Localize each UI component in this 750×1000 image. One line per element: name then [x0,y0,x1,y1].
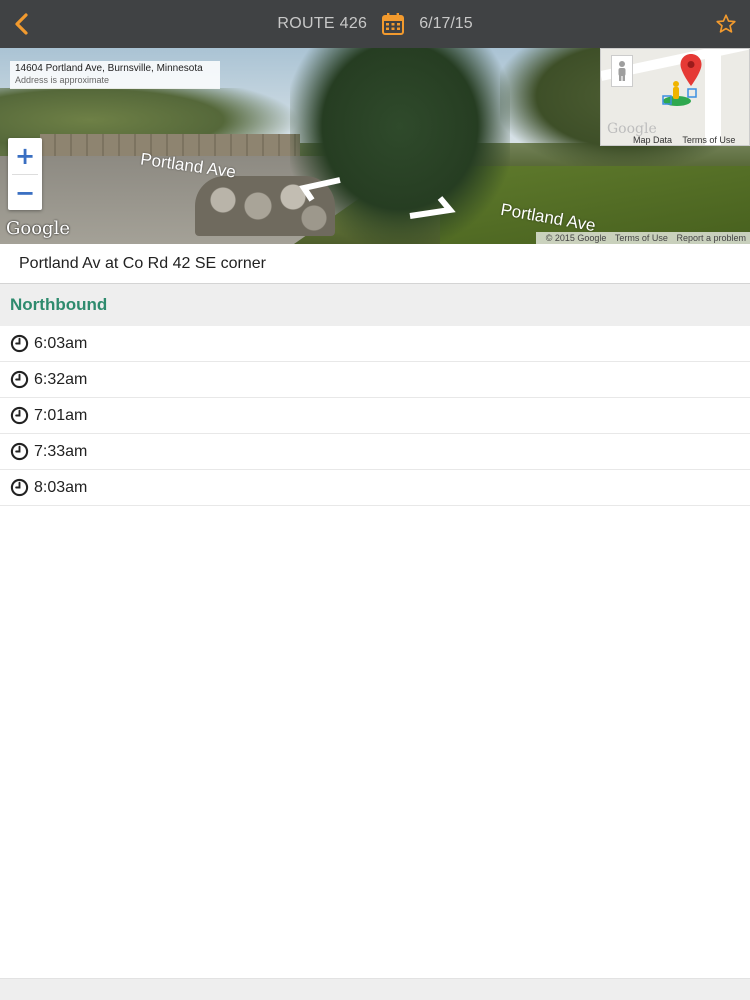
minimap-road [705,49,721,145]
terms-link[interactable]: Terms of Use [615,233,668,243]
stop-name-row: Portland Av at Co Rd 42 SE corner [0,244,750,284]
pan-left-arrow-icon[interactable] [286,176,344,206]
zoom-control: + − [8,138,42,210]
map-data-link[interactable]: Map Data [633,135,672,145]
departure-time: 6:32am [34,370,88,388]
list-item[interactable]: 6:03am [0,326,750,362]
map-pin-icon [680,54,702,86]
zoom-out-button[interactable]: − [8,175,42,211]
departure-time: 7:01am [34,406,88,424]
clock-icon [10,334,29,353]
list-item[interactable]: 8:03am [0,470,750,506]
bottom-strip [0,978,750,1000]
clock-icon [10,370,29,389]
street-view-panorama[interactable]: 14604 Portland Ave, Burnsville, Minnesot… [0,48,750,244]
clock-icon [10,442,29,461]
departure-time: 6:03am [34,334,88,352]
top-app-bar: ROUTE 426 6/17/15 [0,0,750,48]
clock-icon [10,478,29,497]
departure-time: 8:03am [34,478,88,496]
mini-map[interactable]: Google Map Data Terms of Use [600,48,750,146]
google-logo: Google [6,218,70,239]
report-problem-link[interactable]: Report a problem [676,233,746,243]
route-title: ROUTE 426 [277,15,368,32]
title-group: ROUTE 426 6/17/15 [0,0,750,48]
calendar-icon[interactable] [381,12,405,36]
departure-time: 7:33am [34,442,88,460]
copyright-text: © 2015 Google [545,233,607,243]
clock-icon [10,406,29,425]
favorite-button[interactable] [710,8,742,40]
pan-right-arrow-icon[interactable] [406,192,466,222]
zoom-in-button[interactable]: + [8,138,42,174]
address-note: Address is approximate [15,75,110,85]
date-label[interactable]: 6/17/15 [419,15,472,33]
direction-header: Northbound [0,284,750,326]
minimap-links: Map Data Terms of Use [633,135,743,145]
departure-list: 6:03am 6:32am 7:01am 7:33am 8:03am [0,326,750,506]
minimap-terms-link[interactable]: Terms of Use [682,135,735,145]
list-item[interactable]: 7:33am [0,434,750,470]
pegman-icon[interactable] [611,55,633,87]
direction-label: Northbound [10,295,108,314]
star-outline-icon [716,14,736,33]
list-item[interactable]: 6:32am [0,362,750,398]
address-text: 14604 Portland Ave, Burnsville, Minnesot… [15,63,203,74]
list-item[interactable]: 7:01am [0,398,750,434]
address-box: 14604 Portland Ave, Burnsville, Minnesot… [10,61,220,89]
street-view-footer: © 2015 Google Terms of Use Report a prob… [535,232,750,244]
stop-name: Portland Av at Co Rd 42 SE corner [19,254,266,272]
